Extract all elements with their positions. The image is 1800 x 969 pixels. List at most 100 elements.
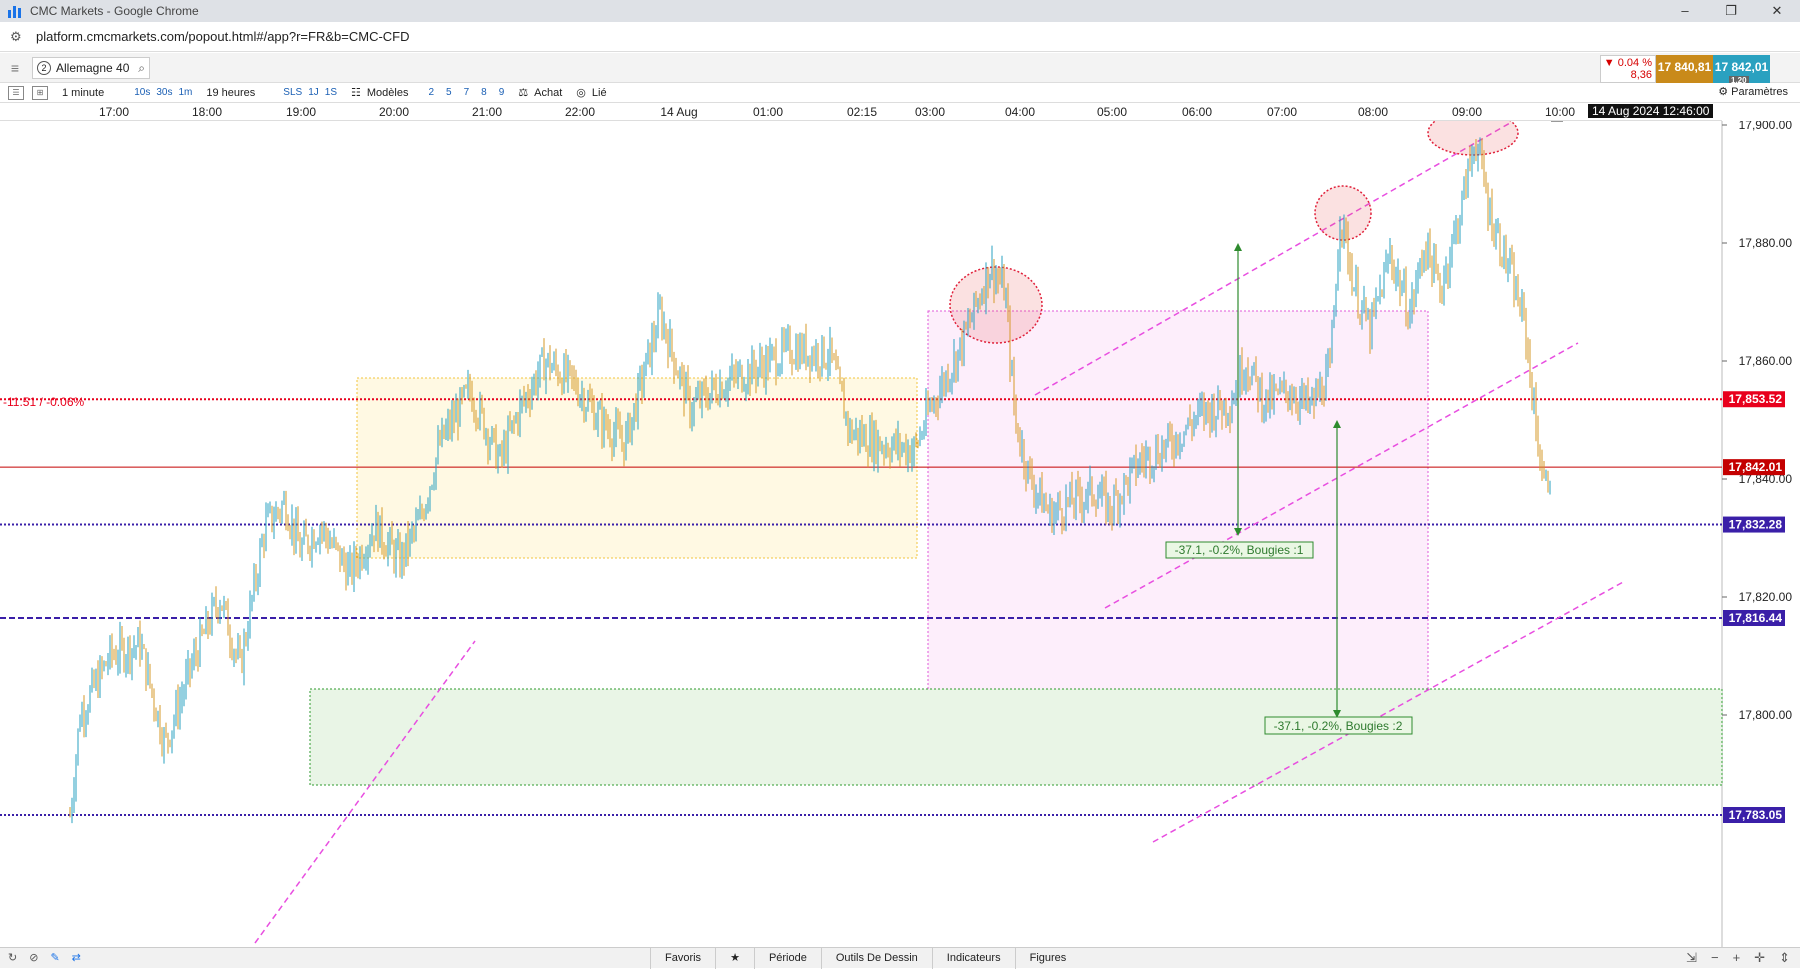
y-tick-label: 17,880.00 (1739, 236, 1793, 250)
measure-text-1: -37.1, -0.2%, Bougies :1 (1175, 543, 1304, 557)
y-tick-label: 17,800.00 (1739, 708, 1793, 722)
chart-list-icon[interactable]: ☰ (8, 85, 24, 100)
price-level-label: 17,853.52 (1729, 392, 1783, 406)
change-percent: ▼ 0.04 % (1603, 57, 1652, 69)
price-chart[interactable]: -37.1, -0.2%, Bougies :1 -37.1, -0.2%, B… (0, 121, 1800, 947)
models-button[interactable]: Modèles (367, 87, 409, 99)
cmc-logo-icon (8, 4, 22, 18)
address-bar: ⚙ platform.cmcmarkets.com/popout.html#/a… (0, 22, 1800, 52)
restore-button[interactable]: ❐ (1708, 0, 1754, 22)
time-label: 03:00 (914, 105, 946, 119)
measure-label-2: -37.1, -0.2%, Bougies :2 (1264, 716, 1413, 735)
buy-icon[interactable]: ⚖ (518, 86, 528, 99)
y-tick-label: 17,820.00 (1739, 590, 1793, 604)
favorites-star-icon[interactable]: ★ (715, 948, 754, 969)
tab-drawing-tools[interactable]: Outils De Dessin (820, 948, 932, 969)
hamburger-menu-icon[interactable]: ≡ (6, 60, 24, 76)
interval-selector[interactable]: 1 minute (62, 87, 104, 99)
linked-button[interactable]: Lié (592, 87, 607, 99)
time-marker-icon (1551, 121, 1563, 122)
vertical-fit-icon[interactable]: ⇕ (1779, 950, 1790, 966)
trendline-left (254, 640, 476, 944)
model-9[interactable]: 9 (499, 87, 505, 98)
browser-titlebar: CMC Markets - Google Chrome – ❐ ✕ (0, 0, 1800, 22)
refresh-icon[interactable]: ↻ (8, 951, 17, 964)
time-label: 19:00 (285, 105, 317, 119)
tab-favorites[interactable]: Favoris (650, 948, 715, 969)
time-label: 01:00 (752, 105, 784, 119)
price-level-label: 17,832.28 (1729, 518, 1783, 532)
models-icon[interactable]: ☷ (351, 86, 361, 99)
model-8[interactable]: 8 (481, 87, 487, 98)
time-label: 08:00 (1357, 105, 1389, 119)
tf-30s[interactable]: 30s (156, 87, 172, 98)
support-zone-green (309, 688, 1723, 786)
buy-price-button[interactable]: 17 842,01 1.20 (1713, 55, 1770, 86)
buy-button[interactable]: Achat (534, 87, 562, 99)
crosshair-icon[interactable]: ✛ (1754, 950, 1765, 966)
change-box: ▼ 0.04 % 8,36 (1600, 55, 1656, 83)
time-label: 21:00 (471, 105, 503, 119)
consolidation-zone-pink (927, 310, 1429, 737)
price-level-label: 17,783.05 (1729, 808, 1783, 822)
time-label: 17:00 (98, 105, 130, 119)
sell-price-button[interactable]: 17 840,81 (1656, 55, 1713, 83)
time-label: 22:00 (564, 105, 596, 119)
instrument-selector[interactable]: 2 Allemagne 40 ⌕ (32, 57, 150, 79)
zoom-out-icon[interactable]: − (1711, 950, 1719, 966)
price-level-label: 17,842.01 (1729, 460, 1783, 474)
cancel-icon[interactable]: ⊘ (29, 951, 38, 964)
tab-indicators[interactable]: Indicateurs (931, 948, 1015, 969)
site-info-icon[interactable]: ⚙ (10, 29, 26, 45)
minimize-button[interactable]: – (1662, 0, 1708, 22)
tf-1m[interactable]: 1m (178, 87, 192, 98)
tab-figures[interactable]: Figures (1014, 948, 1081, 969)
current-time-label: 14 Aug 2024 12:46:00 (1588, 104, 1714, 118)
url-text[interactable]: platform.cmcmarkets.com/popout.html#/app… (36, 29, 410, 44)
model-7[interactable]: 7 (464, 87, 470, 98)
pnl-annotation: -11.51 / -0.06% (3, 395, 84, 409)
measure-label-1: -37.1, -0.2%, Bougies :1 (1165, 541, 1314, 559)
pencil-icon[interactable]: ✎ (50, 951, 59, 964)
period-sls[interactable]: SLS (283, 87, 302, 98)
period-1s[interactable]: 1S (325, 87, 337, 98)
price-quote: ▼ 0.04 % 8,36 17 840,81 17 842,01 1.20 (1600, 55, 1770, 86)
settings-label: Paramètres (1731, 86, 1788, 98)
time-label: 10:00 (1544, 105, 1576, 119)
arrows-icon[interactable]: ⇄ (72, 951, 81, 964)
instrument-toolbar: ≡ 2 Allemagne 40 ⌕ (0, 53, 1800, 83)
link-icon[interactable]: ◎ (576, 86, 586, 99)
price-level-label: 17,816.44 (1729, 611, 1783, 625)
model-2[interactable]: 2 (428, 87, 434, 98)
time-label: 02:15 (846, 105, 878, 119)
search-icon[interactable]: ⌕ (138, 61, 145, 76)
period-1j[interactable]: 1J (308, 87, 319, 98)
window-title: CMC Markets - Google Chrome (30, 4, 199, 18)
top-circle-3 (1427, 121, 1519, 156)
instrument-name: Allemagne 40 (56, 61, 130, 75)
model-5[interactable]: 5 (446, 87, 452, 98)
measure-text-2: -37.1, -0.2%, Bougies :2 (1274, 719, 1403, 733)
chart-toolbar: ☰ ⊞ 1 minute 10s 30s 1m 19 heures SLS 1J… (0, 83, 1800, 103)
time-axis: 17:00 18:00 19:00 20:00 21:00 22:00 14 A… (0, 103, 1722, 121)
time-label: 14 Aug (660, 105, 698, 119)
tf-10s[interactable]: 10s (134, 87, 150, 98)
y-tick-label: 17,900.00 (1739, 121, 1793, 132)
y-tick-label: 17,860.00 (1739, 354, 1793, 368)
bottom-toolbar: ↻ ⊘ ✎ ⇄ Favoris ★ Période Outils De Dess… (0, 947, 1800, 969)
arrow-head (1234, 243, 1242, 251)
time-label: 06:00 (1181, 105, 1213, 119)
top-circle-2 (1314, 185, 1372, 241)
change-amount: 8,36 (1630, 69, 1652, 81)
tab-period[interactable]: Période (753, 948, 821, 969)
period-selector[interactable]: 19 heures (206, 87, 255, 99)
close-button[interactable]: ✕ (1754, 0, 1800, 22)
gear-icon: ⚙ (1718, 86, 1729, 98)
fit-icon[interactable]: ⇲ (1686, 950, 1697, 966)
buy-price: 17 842,01 (1714, 60, 1769, 74)
chart-area[interactable]: -37.1, -0.2%, Bougies :1 -37.1, -0.2%, B… (0, 121, 1800, 947)
time-label: 04:00 (1004, 105, 1036, 119)
layout-grid-icon[interactable]: ⊞ (32, 85, 48, 100)
zoom-in-icon[interactable]: + (1733, 950, 1741, 966)
settings-button[interactable]: ⚙ Paramètres (1718, 85, 1788, 98)
